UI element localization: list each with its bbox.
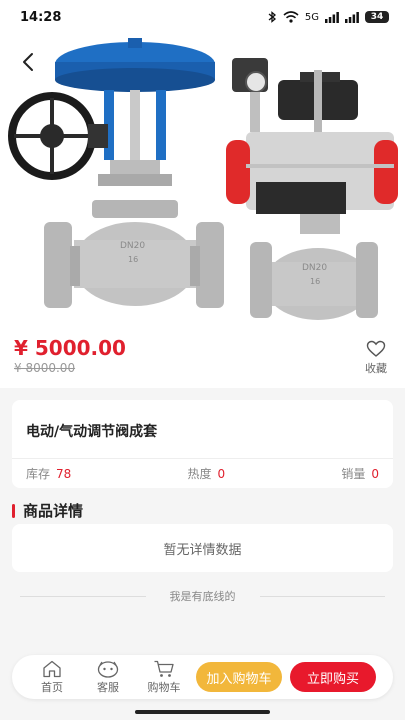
signal-icon bbox=[325, 11, 339, 23]
tab-service-label: 客服 bbox=[97, 680, 119, 694]
heart-icon bbox=[366, 340, 386, 357]
tab-cart-label: 购物车 bbox=[147, 680, 181, 694]
tab-service[interactable]: 客服 bbox=[80, 660, 136, 695]
buy-now-button[interactable]: 立即购买 bbox=[290, 662, 376, 692]
end-of-list: 我是有底线的 bbox=[20, 588, 385, 604]
wifi-icon bbox=[283, 11, 299, 23]
current-price: ¥ 5000.00 bbox=[14, 336, 126, 360]
svg-text:16: 16 bbox=[128, 255, 138, 264]
bottom-action-bar: 首页 客服 购物车 加入购物车 立即购买 bbox=[12, 655, 393, 699]
sales-label: 销量 bbox=[341, 467, 366, 481]
product-info-card: 电动/气动调节阀成套 库存 78 热度 0 销量 0 bbox=[12, 400, 393, 488]
battery-icon: 34 bbox=[365, 11, 389, 23]
customer-service-icon bbox=[97, 660, 119, 678]
product-image: DN20 16 DN20 16 bbox=[0, 34, 405, 330]
network-type: 5G bbox=[304, 11, 319, 23]
signal-icon-2 bbox=[345, 11, 359, 23]
section-accent-bar bbox=[12, 503, 15, 518]
home-indicator bbox=[135, 710, 270, 714]
divider-right bbox=[259, 595, 385, 597]
heat-value: 0 bbox=[217, 467, 226, 481]
status-bar: 14:28 5G 34 bbox=[0, 0, 405, 34]
product-title: 电动/气动调节阀成套 bbox=[26, 424, 158, 440]
detail-title: 商品详情 bbox=[23, 502, 84, 520]
chevron-left-icon bbox=[23, 53, 33, 71]
sales-stat: 销量 0 bbox=[341, 465, 379, 482]
tab-cart[interactable]: 购物车 bbox=[136, 660, 192, 695]
valve-illustration: DN20 16 DN20 16 bbox=[0, 34, 405, 330]
tab-home-label: 首页 bbox=[41, 680, 63, 694]
original-price: ¥ 8000.00 bbox=[14, 361, 76, 375]
bluetooth-icon bbox=[268, 11, 276, 23]
tab-home[interactable]: 首页 bbox=[24, 660, 80, 695]
status-time: 14:28 bbox=[20, 9, 62, 25]
stock-stat: 库存 78 bbox=[26, 465, 71, 482]
cart-icon bbox=[154, 660, 174, 677]
price-section: ¥ 5000.00 ¥ 8000.00 收藏 bbox=[0, 330, 405, 388]
back-button[interactable] bbox=[12, 46, 44, 78]
favorite-button[interactable]: 收藏 bbox=[365, 340, 387, 376]
add-to-cart-button[interactable]: 加入购物车 bbox=[196, 662, 282, 692]
stock-label: 库存 bbox=[26, 467, 51, 481]
home-icon bbox=[43, 660, 61, 677]
detail-header: 商品详情 bbox=[12, 500, 83, 521]
svg-text:16: 16 bbox=[310, 277, 320, 286]
empty-detail-text: 暂无详情数据 bbox=[163, 542, 242, 558]
sales-value: 0 bbox=[371, 467, 379, 481]
svg-text:DN20: DN20 bbox=[120, 241, 145, 251]
heat-stat: 热度 0 bbox=[187, 465, 225, 482]
detail-card: 暂无详情数据 bbox=[12, 524, 393, 572]
divider-left bbox=[20, 595, 146, 597]
heat-label: 热度 bbox=[187, 467, 212, 481]
status-icons: 5G 34 bbox=[268, 11, 389, 23]
stock-value: 78 bbox=[56, 467, 72, 481]
svg-text:DN20: DN20 bbox=[302, 263, 327, 273]
stats-row: 库存 78 热度 0 销量 0 bbox=[12, 458, 393, 488]
favorite-label: 收藏 bbox=[365, 362, 387, 375]
end-of-list-text: 我是有底线的 bbox=[169, 590, 236, 603]
